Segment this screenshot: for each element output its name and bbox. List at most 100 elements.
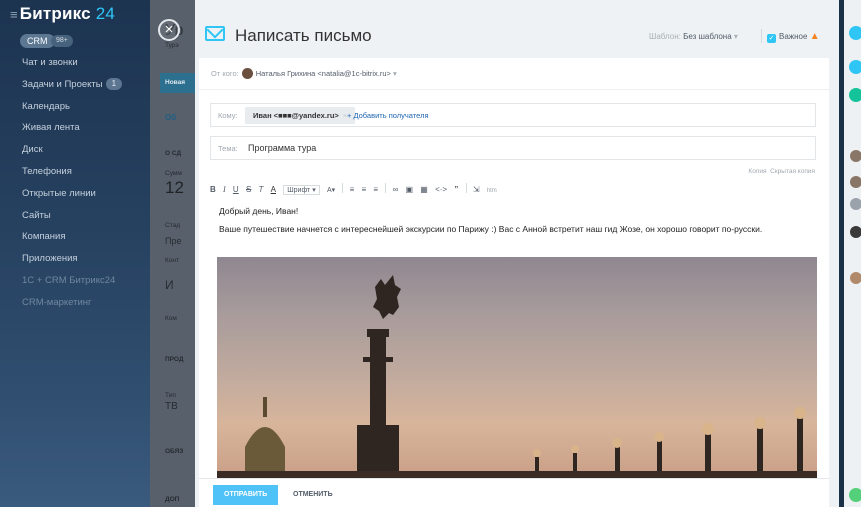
toolbar-divider	[385, 183, 387, 193]
html-mode-button[interactable]: htm	[487, 188, 497, 194]
sidebar-item[interactable]: Телефония	[22, 161, 150, 183]
to-label: Кому:	[218, 111, 238, 120]
deal-tab-new[interactable]: Новая	[165, 79, 185, 86]
deal-section-about: О СД	[165, 150, 182, 157]
sidebar-item[interactable]: Живая лента	[22, 117, 150, 139]
strikethrough-button[interactable]: S	[246, 185, 251, 194]
from-field[interactable]: От кого: Наталья Грихина <natalia@1c-bitr…	[211, 68, 397, 79]
code-icon[interactable]: <·>	[435, 185, 447, 194]
sidebar-item-label: Телефония	[22, 165, 72, 177]
table-icon[interactable]: ▦	[420, 185, 428, 194]
sidebar-item-label: Компания	[22, 231, 66, 243]
font-dropdown[interactable]: Шрифт ▾	[283, 185, 320, 195]
numbered-list-icon[interactable]: ≡	[350, 185, 355, 194]
bold-button[interactable]: B	[210, 185, 216, 194]
paris-bridge-image	[217, 257, 817, 478]
important-checkbox[interactable]: ✓ Важное ▲	[767, 31, 820, 43]
sidebar-item-label: Открытые линии	[22, 187, 96, 199]
panel-header: Написать письмо Шаблон: Без шаблона ▾ ✓ В…	[195, 0, 839, 58]
subject-label: Тема:	[218, 144, 238, 153]
deal-section-required: ОБЯЗ	[165, 448, 184, 455]
chevron-down-icon: ▾	[393, 69, 397, 78]
recipient-value: Иван <■■■@yandex.ru>	[253, 111, 339, 120]
recipient-chip[interactable]: Иван <■■■@yandex.ru> ×	[245, 107, 356, 124]
avatar	[241, 68, 253, 79]
sidebar-item[interactable]: Задачи и Проекты 1	[22, 74, 150, 96]
avatar[interactable]	[850, 150, 861, 162]
template-value: Без шаблона	[683, 32, 732, 41]
sidebar-item[interactable]: Чат и звонки	[22, 52, 150, 74]
avatar[interactable]	[850, 198, 861, 210]
fullscreen-icon[interactable]: ⇲	[473, 185, 480, 194]
image-icon[interactable]: ▣	[406, 185, 414, 194]
copy-links: Копия Скрытая копия	[748, 168, 815, 175]
sidebar-item-label: Приложения	[22, 253, 78, 265]
link-icon[interactable]: ∞	[393, 185, 399, 194]
quote-icon[interactable]: ”	[454, 185, 458, 194]
sidebar-item[interactable]: 1С + CRM Битрикс24	[22, 270, 150, 292]
bitrix24-logo[interactable]: ≡ Битрикс 24	[10, 4, 115, 24]
subject-field[interactable]: Тема: Программа тура	[210, 136, 816, 160]
sidebar-item-label: Живая лента	[22, 122, 80, 134]
text-color-button[interactable]: A	[271, 185, 276, 194]
sidebar-item[interactable]: Компания	[22, 226, 150, 248]
dome	[245, 427, 285, 478]
email-greeting: Добрый день, Иван!	[219, 206, 299, 216]
template-selector[interactable]: Шаблон: Без шаблона ▾	[649, 32, 738, 41]
avatar[interactable]	[850, 176, 861, 188]
deal-contact-label: Конт	[165, 257, 179, 264]
sidebar-item-label: Задачи и Проекты	[22, 78, 103, 90]
deal-type-value: ТВ	[165, 401, 178, 412]
close-icon: ×	[164, 21, 174, 38]
close-slider-button[interactable]: ×	[158, 19, 180, 41]
from-label: От кого:	[211, 69, 239, 78]
send-button[interactable]: ОТПРАВИТЬ	[213, 485, 279, 505]
compose-email-panel: Написать письмо Шаблон: Без шаблона ▾ ✓ В…	[195, 0, 839, 507]
sidebar-item-badge: 1	[105, 78, 123, 91]
sidebar-item[interactable]: Открытые линии	[22, 183, 150, 205]
toolbar-divider	[342, 183, 344, 193]
cancel-button[interactable]: ОТМЕНИТЬ	[289, 485, 337, 505]
header-divider	[761, 29, 762, 43]
cc-link[interactable]: Копия	[748, 168, 766, 175]
sidebar-item-label: 1С + CRM Битрикс24	[22, 274, 116, 286]
email-form: От кого: Наталья Грихина <natalia@1c-bitr…	[199, 58, 829, 478]
avatar[interactable]	[850, 272, 861, 284]
deal-contact-initial: И	[165, 278, 174, 292]
sidebar-item[interactable]: Календарь	[22, 96, 150, 118]
sidebar-item[interactable]: Диск	[22, 139, 150, 161]
help-icon[interactable]	[849, 26, 861, 40]
bcc-link[interactable]: Скрытая копия	[770, 168, 815, 175]
column-capital	[367, 329, 389, 337]
sidebar-item-crm[interactable]: CRM	[20, 34, 55, 48]
image-illustration	[217, 275, 817, 478]
deal-sum-label: Сумм	[165, 170, 182, 177]
avatar[interactable]	[850, 226, 861, 238]
sidebar-item[interactable]: CRM-маркетинг	[22, 292, 150, 314]
bullet-list-icon[interactable]: ≡	[362, 185, 367, 194]
deal-type-label: Тип	[165, 392, 176, 399]
font-size-label: A	[326, 187, 332, 194]
winged-statue	[373, 275, 401, 319]
sidebar-item[interactable]: Сайты	[22, 205, 150, 227]
align-icon[interactable]: ≡	[373, 185, 378, 194]
italic-button[interactable]: I	[223, 185, 226, 194]
sidebar-item-label: CRM-маркетинг	[22, 296, 92, 308]
phone-icon[interactable]	[849, 488, 861, 502]
checkbox-checked-icon: ✓	[767, 34, 776, 43]
to-field[interactable]: Кому: Иван <■■■@yandex.ru> × + Добавить п…	[210, 103, 816, 127]
menu-icon[interactable]: ≡	[10, 7, 18, 22]
add-recipient-link[interactable]: + Добавить получателя	[347, 111, 429, 120]
underline-button[interactable]: U	[233, 185, 239, 194]
cloud-icon[interactable]	[849, 60, 861, 74]
clear-format-button[interactable]: T	[259, 185, 264, 194]
deal-tab-general[interactable]: Об	[165, 113, 176, 122]
open-lines-icon[interactable]	[849, 88, 861, 102]
font-size-dropdown[interactable]: A▾	[327, 186, 335, 194]
right-panel-strip	[844, 0, 861, 507]
sidebar-item[interactable]: Приложения	[22, 248, 150, 270]
subject-input[interactable]: Программа тура	[248, 143, 316, 153]
template-label: Шаблон:	[649, 32, 681, 41]
sidebar-item-label: Чат и звонки	[22, 57, 78, 68]
sidebar-item-label: Сайты	[22, 209, 51, 221]
